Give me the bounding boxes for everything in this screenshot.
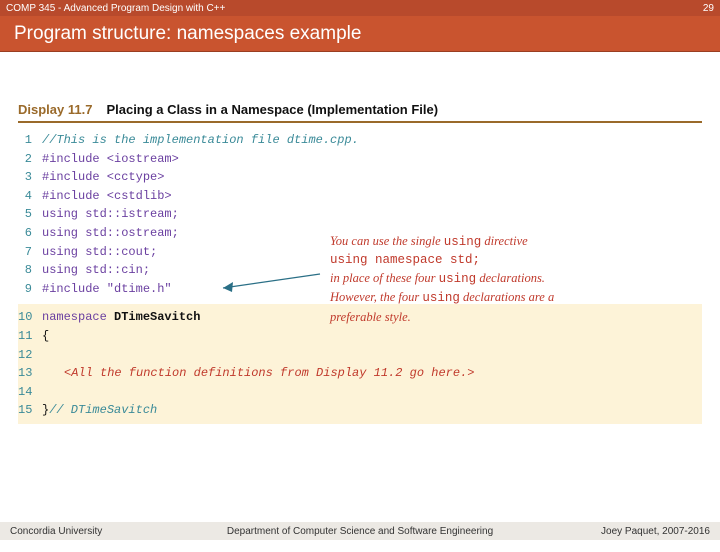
code-row: 5using std::istream; (18, 205, 702, 224)
display-label: Display 11.7 (18, 102, 92, 117)
code-row: 11{ (18, 327, 702, 346)
display-title: Placing a Class in a Namespace (Implemen… (106, 102, 438, 117)
code-row: 3#include <cctype> (18, 168, 702, 187)
annotation-callout: You can use the single using directive u… (330, 232, 630, 326)
code-row: 1//This is the implementation file dtime… (18, 131, 702, 150)
code-row: 14 (18, 383, 702, 402)
course-label: COMP 345 - Advanced Program Design with … (6, 3, 225, 14)
display-header: Display 11.7 Placing a Class in a Namesp… (18, 102, 702, 117)
top-ribbon: COMP 345 - Advanced Program Design with … (0, 0, 720, 16)
code-row: 15}// DTimeSavitch (18, 401, 702, 420)
slide-content: Display 11.7 Placing a Class in a Namesp… (0, 102, 720, 552)
slide-title-bar: Program structure: namespaces example (0, 16, 720, 52)
slide-title: Program structure: namespaces example (14, 23, 361, 45)
code-row: 13<All the function definitions from Dis… (18, 364, 702, 383)
footer-middle: Department of Computer Science and Softw… (227, 526, 493, 537)
slide-number: 29 (703, 3, 714, 14)
footer-left: Concordia University (10, 526, 102, 537)
footer: Concordia University Department of Compu… (0, 522, 720, 540)
code-row: 2#include <iostream> (18, 150, 702, 169)
divider (18, 121, 702, 123)
code-row: 4#include <cstdlib> (18, 187, 702, 206)
code-row: 12 (18, 346, 702, 365)
footer-right: Joey Paquet, 2007-2016 (601, 526, 710, 537)
